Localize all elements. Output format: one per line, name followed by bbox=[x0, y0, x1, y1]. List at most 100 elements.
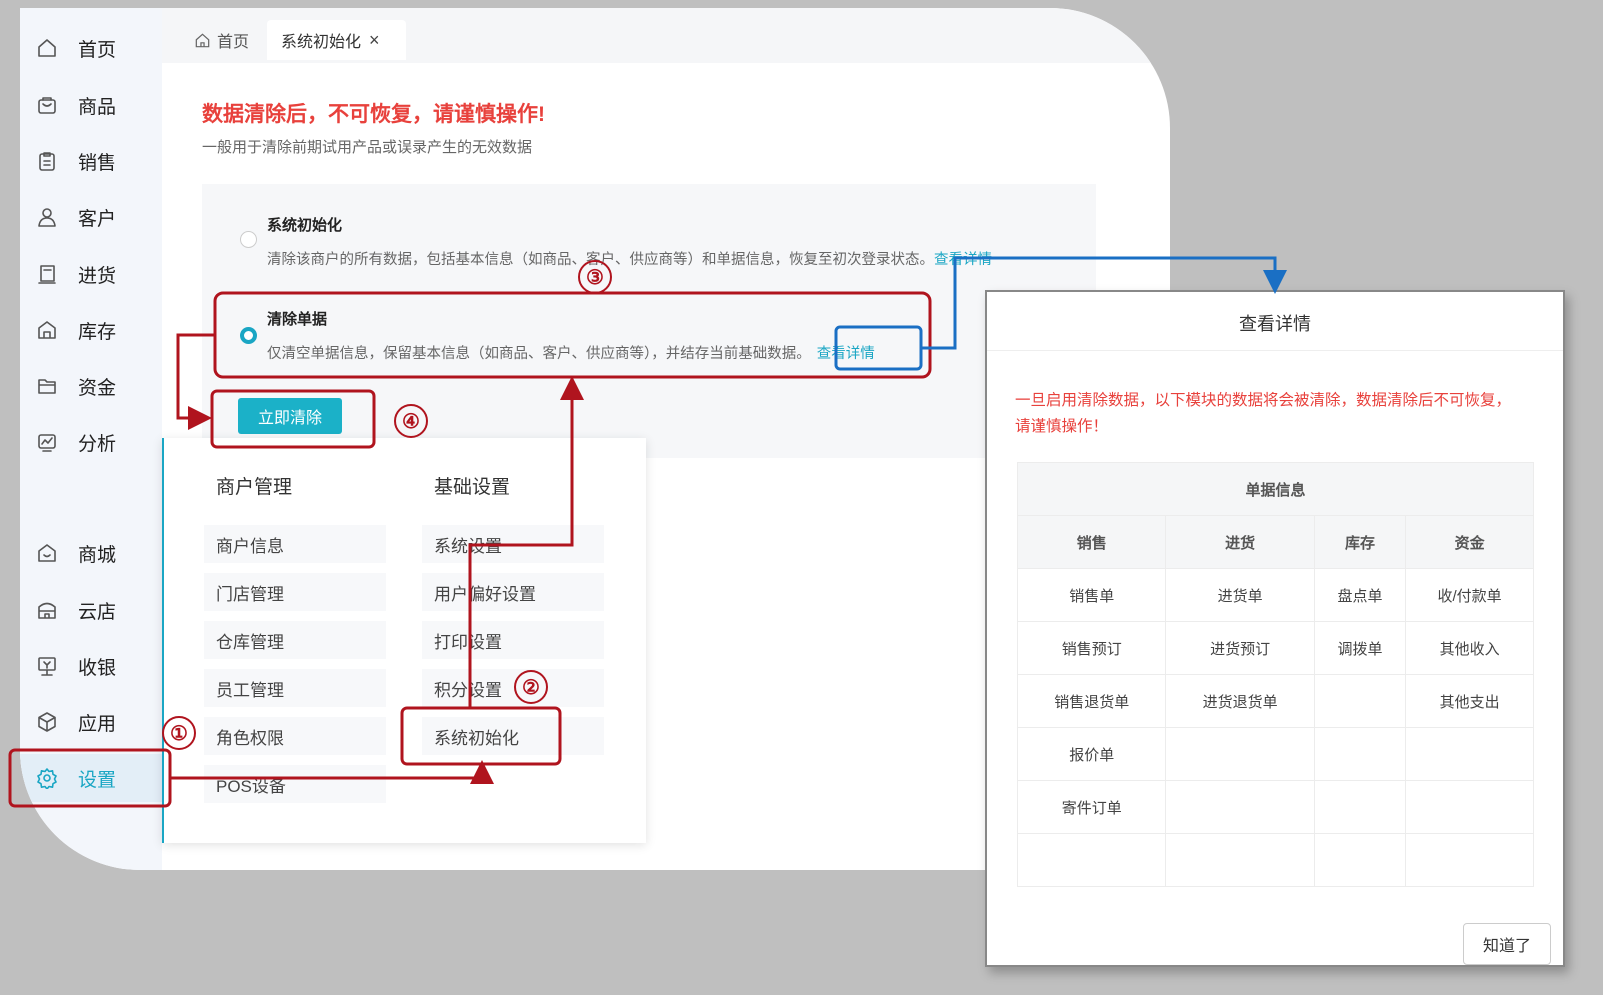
submenu-item-user-prefs[interactable]: 用户偏好设置 bbox=[422, 573, 604, 611]
sidebar-item-label: 分析 bbox=[78, 433, 117, 455]
user-icon bbox=[36, 206, 58, 228]
sidebar-item-purchase[interactable]: 进货 bbox=[20, 250, 162, 298]
cashier-icon bbox=[36, 655, 58, 677]
step-badge-2: ② bbox=[514, 670, 548, 704]
got-it-button[interactable]: 知道了 bbox=[1463, 923, 1551, 965]
table-cell: 报价单 bbox=[1016, 727, 1167, 781]
option-title: 清除单据 bbox=[267, 311, 328, 328]
column-header: 进货 bbox=[1165, 515, 1315, 569]
table-row: 销售单 进货单 盘点单 收/付款单 bbox=[1016, 568, 1534, 622]
sidebar-item-label: 收银 bbox=[78, 657, 117, 679]
sidebar-item-apps[interactable]: 应用 bbox=[20, 698, 162, 746]
table-cell bbox=[1313, 780, 1407, 834]
radio-system-init[interactable] bbox=[240, 231, 257, 248]
chart-icon bbox=[36, 431, 58, 453]
sidebar-item-label: 云店 bbox=[78, 601, 117, 623]
option-desc-text: 仅清空单据信息，保留基本信息（如商品、客户、供应商等），并结存当前基础数据。 bbox=[267, 346, 811, 362]
submenu-item-store-mgmt[interactable]: 门店管理 bbox=[204, 573, 386, 611]
sidebar-item-label: 商城 bbox=[78, 544, 117, 566]
table-cell: 寄件订单 bbox=[1016, 780, 1167, 834]
sidebar-item-products[interactable]: 商品 bbox=[20, 81, 162, 129]
book-icon bbox=[36, 263, 58, 285]
table-cell bbox=[1165, 780, 1315, 834]
sidebar-item-inventory[interactable]: 库存 bbox=[20, 306, 162, 354]
option-desc: 清除该商户的所有数据，包括基本信息（如商品、客户、供应商等）和单据信息，恢复至初… bbox=[267, 248, 992, 269]
table-row: 销售退货单 进货退货单 其他支出 bbox=[1016, 674, 1534, 728]
sidebar-item-home[interactable]: 首页 bbox=[20, 24, 162, 72]
table-cell bbox=[1165, 833, 1315, 887]
radio-clear-bills[interactable] bbox=[240, 327, 257, 344]
table-cell bbox=[1313, 833, 1407, 887]
sidebar-item-label: 销售 bbox=[78, 152, 117, 174]
sidebar: 首页 商品 销售 客户 进货 库存 资金 分析 商城 云店 收银 应用 设置 bbox=[20, 8, 162, 870]
table-cell bbox=[1313, 674, 1407, 728]
submenu-item-system-init[interactable]: 系统初始化 bbox=[422, 717, 604, 755]
table-cell bbox=[1165, 727, 1315, 781]
cube-icon bbox=[36, 711, 58, 733]
table-row bbox=[1016, 833, 1534, 887]
submenu-item-merchant-info[interactable]: 商户信息 bbox=[204, 525, 386, 563]
table-cell: 调拨单 bbox=[1313, 621, 1407, 675]
table-cell bbox=[1405, 780, 1534, 834]
column-header: 销售 bbox=[1016, 515, 1167, 569]
step-badge-1: ① bbox=[162, 716, 196, 750]
table-row: 寄件订单 bbox=[1016, 780, 1534, 834]
submenu-item-staff-mgmt[interactable]: 员工管理 bbox=[204, 669, 386, 707]
submenu-item-role-perms[interactable]: 角色权限 bbox=[204, 717, 386, 755]
sidebar-item-label: 资金 bbox=[78, 377, 117, 399]
table-cell: 盘点单 bbox=[1313, 568, 1407, 622]
table-cell bbox=[1405, 727, 1534, 781]
tab-bar: 首页 系统初始化 × bbox=[162, 8, 1170, 63]
divider bbox=[987, 350, 1563, 351]
table-cell: 进货退货单 bbox=[1165, 674, 1315, 728]
dialog-title: 查看详情 bbox=[1239, 314, 1311, 334]
sidebar-item-sales[interactable]: 销售 bbox=[20, 137, 162, 185]
table-cell bbox=[1405, 833, 1534, 887]
view-details-link[interactable]: 查看详情 bbox=[934, 252, 992, 268]
sidebar-item-label: 设置 bbox=[78, 769, 117, 791]
warning-subtitle: 一般用于清除前期试用产品或误录产生的无效数据 bbox=[202, 139, 533, 156]
sidebar-item-label: 客户 bbox=[78, 208, 117, 230]
sidebar-item-cloud-store[interactable]: 云店 bbox=[20, 586, 162, 634]
submenu-item-warehouse-mgmt[interactable]: 仓库管理 bbox=[204, 621, 386, 659]
sidebar-item-cashier[interactable]: 收银 bbox=[20, 642, 162, 690]
bag-icon bbox=[36, 94, 58, 116]
sidebar-item-label: 首页 bbox=[78, 39, 117, 61]
table-cell: 销售单 bbox=[1016, 568, 1167, 622]
sidebar-item-mall[interactable]: 商城 bbox=[20, 529, 162, 577]
submenu-item-system-settings[interactable]: 系统设置 bbox=[422, 525, 604, 563]
clear-now-button[interactable]: 立即清除 bbox=[238, 398, 342, 434]
clipboard-icon bbox=[36, 150, 58, 172]
submenu-item-print-settings[interactable]: 打印设置 bbox=[422, 621, 604, 659]
step-badge-3: ③ bbox=[578, 260, 612, 294]
table-cell bbox=[1016, 833, 1167, 887]
sidebar-item-analysis[interactable]: 分析 bbox=[20, 418, 162, 466]
gear-icon bbox=[36, 767, 58, 789]
close-icon[interactable]: × bbox=[369, 30, 380, 51]
table-cell: 进货单 bbox=[1165, 568, 1315, 622]
dialog-warning: 一旦启用清除数据，以下模块的数据将会被清除，数据清除后不可恢复，请谨慎操作！ bbox=[1015, 392, 1512, 435]
bill-info-table: 单据信息 销售 进货 库存 资金 销售单 进货单 盘点单 收/付款单 销售预订 … bbox=[1016, 462, 1534, 887]
table-cell: 进货预订 bbox=[1165, 621, 1315, 675]
warehouse-icon bbox=[36, 319, 58, 341]
sidebar-item-label: 商品 bbox=[78, 96, 117, 118]
submenu-item-pos-device[interactable]: POS设备 bbox=[204, 765, 386, 803]
sidebar-item-label: 库存 bbox=[78, 321, 117, 343]
view-details-link[interactable]: 查看详情 bbox=[817, 346, 875, 362]
table-cell: 销售预订 bbox=[1016, 621, 1167, 675]
option-title: 系统初始化 bbox=[267, 217, 343, 234]
sidebar-item-settings[interactable]: 设置 bbox=[20, 754, 162, 802]
home-icon bbox=[36, 37, 58, 59]
table-row: 报价单 bbox=[1016, 727, 1534, 781]
table-cell: 其他支出 bbox=[1405, 674, 1534, 728]
settings-submenu: 商户管理 基础设置 商户信息 门店管理 仓库管理 员工管理 角色权限 POS设备… bbox=[162, 438, 646, 843]
table-row: 销售预订 进货预订 调拨单 其他收入 bbox=[1016, 621, 1534, 675]
submenu-item-points-settings[interactable]: 积分设置 bbox=[422, 669, 604, 707]
column-header: 库存 bbox=[1313, 515, 1407, 569]
table-cell: 销售退货单 bbox=[1016, 674, 1167, 728]
submenu-heading: 基础设置 bbox=[434, 477, 511, 498]
sidebar-item-funds[interactable]: 资金 bbox=[20, 362, 162, 410]
tab-system-init[interactable]: 系统初始化 × bbox=[267, 20, 406, 60]
sidebar-item-customers[interactable]: 客户 bbox=[20, 193, 162, 241]
table-title: 单据信息 bbox=[1017, 462, 1534, 516]
